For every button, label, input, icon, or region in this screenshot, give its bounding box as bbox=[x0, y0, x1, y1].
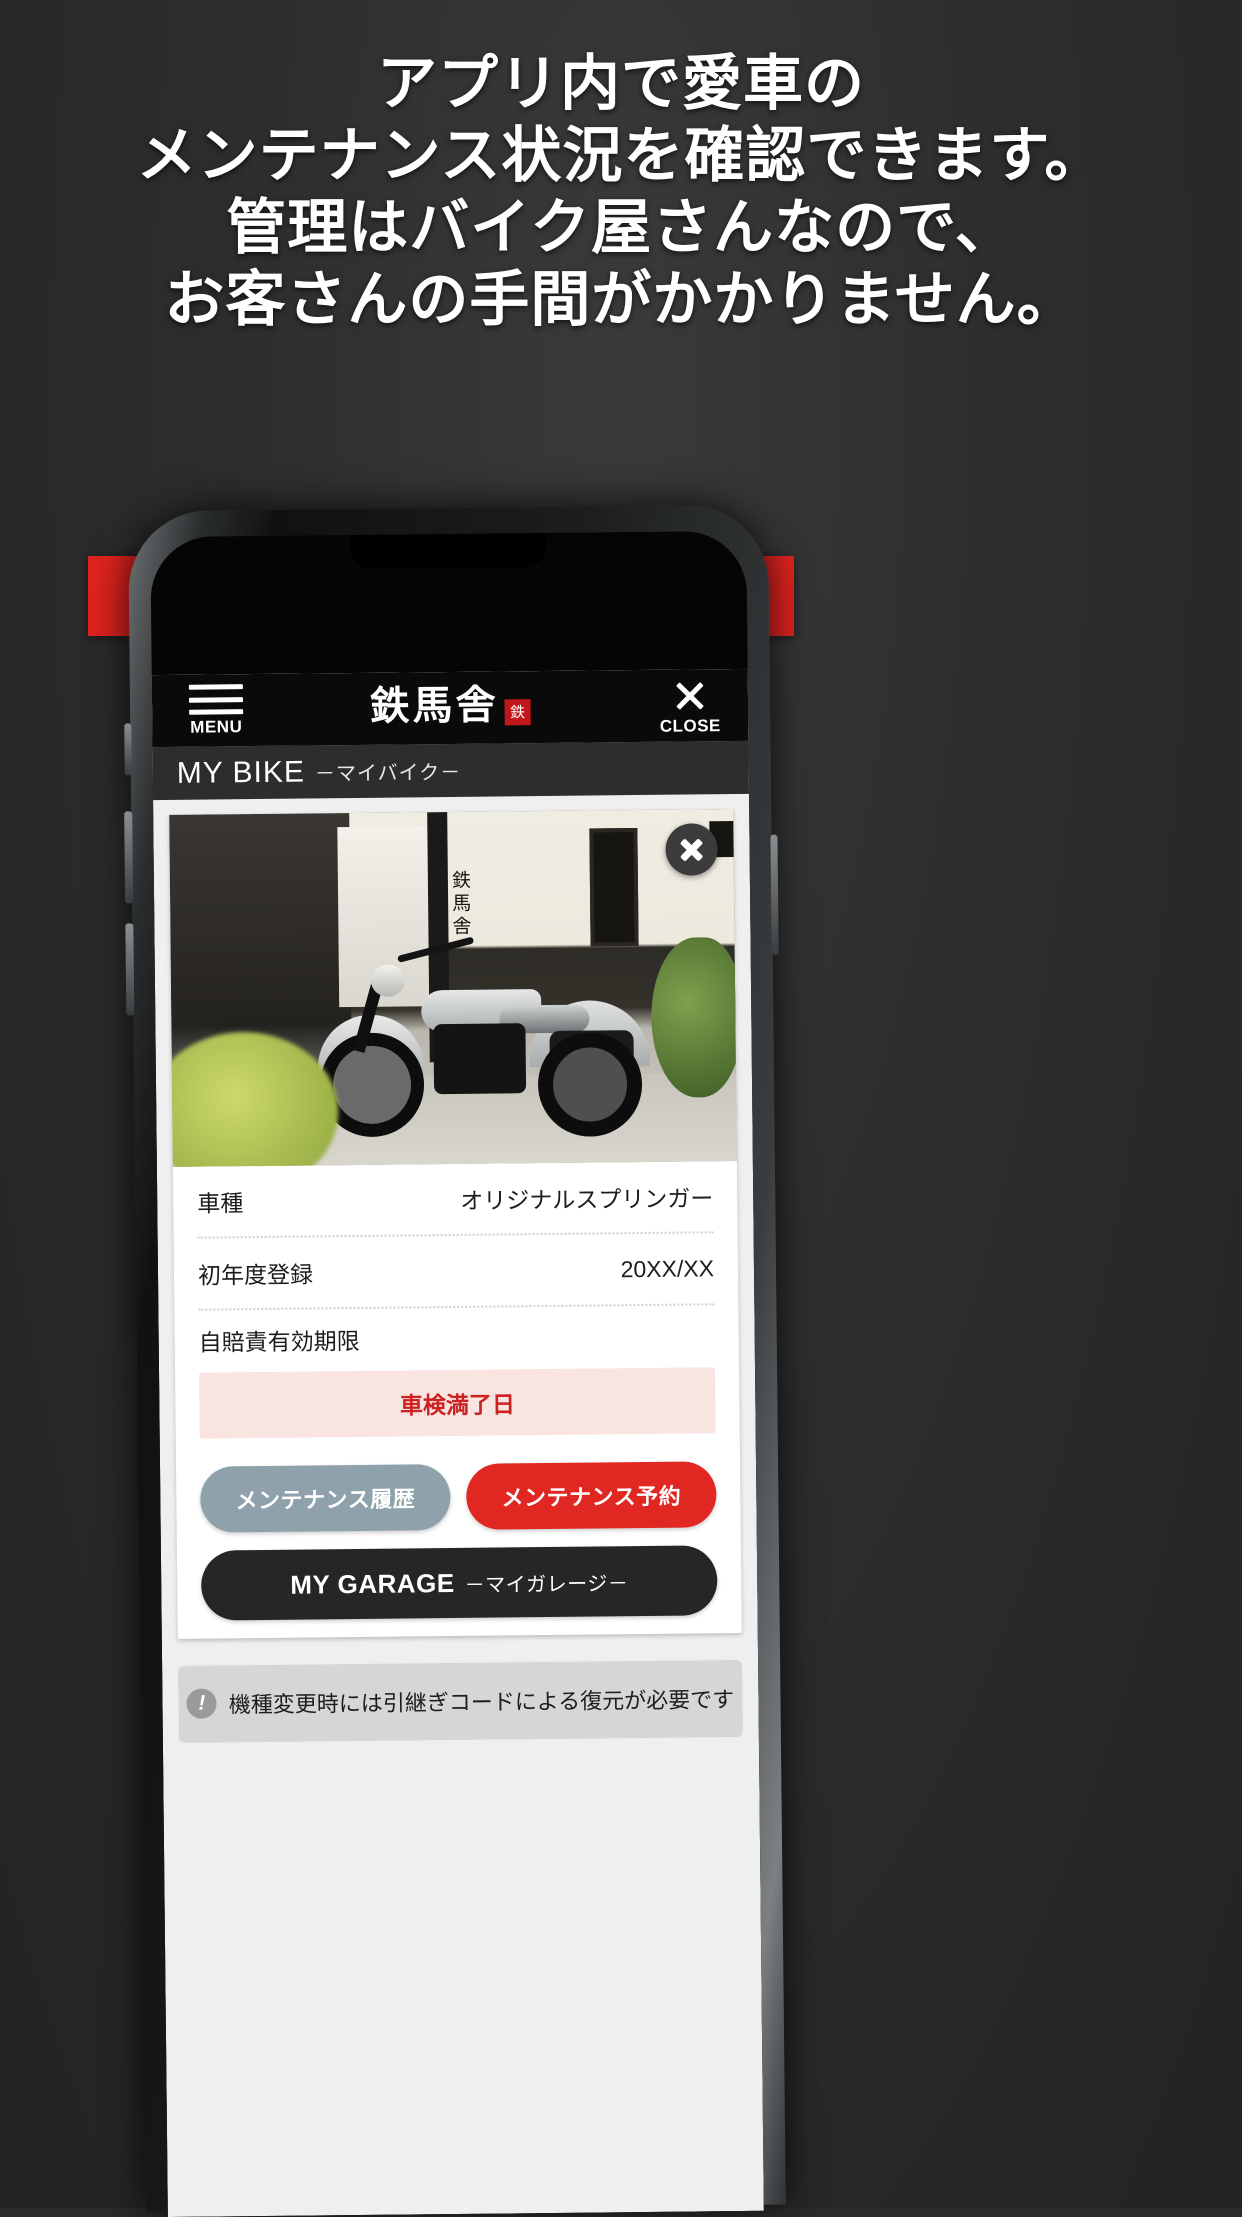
app-screen: MENU 鉄馬舎 鉄 CLOSE MY BIKE －マイバイク－ 鉄馬舎 車種 … bbox=[151, 668, 764, 2217]
transfer-code-notice: ! 機種変更時には引継ぎコードによる復元が必要です bbox=[178, 1658, 743, 1743]
my-garage-button-label: MY GARAGE bbox=[290, 1567, 455, 1600]
phone-volume-up-button bbox=[124, 811, 134, 904]
photo-window-1 bbox=[589, 828, 639, 947]
phone-screen-bezel: MENU 鉄馬舎 鉄 CLOSE MY BIKE －マイバイク－ 鉄馬舎 車種 … bbox=[150, 530, 764, 2217]
app-header: MENU 鉄馬舎 鉄 CLOSE bbox=[151, 668, 749, 748]
close-icon bbox=[673, 679, 707, 713]
my-garage-button[interactable]: MY GARAGE －マイガレージ－ bbox=[200, 1545, 718, 1621]
brand-seal-icon: 鉄 bbox=[504, 699, 531, 726]
detail-value: オリジナルスプリンガー bbox=[460, 1185, 714, 1214]
photo-motorcycle bbox=[301, 936, 650, 1140]
bike-details-list: 車種 オリジナルスプリンガー 初年度登録 20XX/XX 自賠責有効期限 bbox=[173, 1161, 739, 1371]
phone-volume-down-button bbox=[125, 923, 135, 1016]
bike-photo: 鉄馬舎 bbox=[169, 809, 737, 1167]
detail-label: 初年度登録 bbox=[197, 1261, 314, 1289]
close-button-label: CLOSE bbox=[659, 716, 721, 736]
close-button[interactable]: CLOSE bbox=[654, 679, 727, 737]
maintenance-history-button[interactable]: メンテナンス履歴 bbox=[200, 1464, 451, 1533]
inspection-alert-text: 車検満了日 bbox=[399, 1391, 516, 1419]
phone-notch bbox=[350, 532, 547, 570]
inspection-alert-box: 車検満了日 bbox=[199, 1367, 716, 1439]
page-subtitle: －マイバイク－ bbox=[314, 761, 462, 786]
brand-logo-text: 鉄馬舎 bbox=[369, 681, 499, 730]
exclamation-icon: ! bbox=[186, 1688, 217, 1719]
action-button-row: メンテナンス履歴 メンテナンス予約 bbox=[200, 1461, 717, 1533]
menu-button[interactable]: MENU bbox=[176, 684, 257, 738]
brand-logo: 鉄馬舎 鉄 bbox=[369, 679, 531, 733]
my-garage-button-sublabel: －マイガレージ－ bbox=[464, 1572, 629, 1597]
page-title-bar: MY BIKE －マイバイク－ bbox=[152, 740, 750, 801]
table-row: 自賠責有効期限 bbox=[198, 1305, 715, 1370]
headline-line-4: お客さんの手間がかかりません。 bbox=[164, 265, 1078, 335]
photo-close-icon[interactable] bbox=[665, 823, 718, 876]
menu-button-label: MENU bbox=[190, 717, 243, 737]
page-title: MY BIKE bbox=[176, 755, 306, 790]
headline-line-1: アプリ内で愛車の bbox=[377, 49, 865, 119]
hero-headline: アプリ内で愛車の メンテナンス状況を確認できます。 管理はバイク屋さんなので、 … bbox=[0, 48, 1242, 336]
table-row: 車種 オリジナルスプリンガー bbox=[196, 1161, 714, 1239]
hamburger-icon bbox=[188, 684, 244, 715]
bike-card: 鉄馬舎 車種 オリジナルスプリンガー 初年度登録 20XX/XX 自賠責有効期限… bbox=[169, 809, 742, 1639]
detail-value: 20XX/XX bbox=[620, 1254, 715, 1282]
headline-line-2: メンテナンス状況を確認できます。 bbox=[136, 121, 1106, 191]
photo-shop-sign: 鉄馬舎 bbox=[448, 869, 472, 940]
detail-label: 車種 bbox=[197, 1190, 244, 1217]
headline-line-3: 管理はバイク屋さんなので、 bbox=[226, 193, 1016, 263]
phone-mute-switch bbox=[124, 723, 132, 776]
phone-power-button bbox=[770, 834, 779, 955]
detail-label: 自賠責有効期限 bbox=[198, 1327, 360, 1356]
maintenance-reservation-button[interactable]: メンテナンス予約 bbox=[466, 1461, 717, 1530]
promo-page: アプリ内で愛車の メンテナンス状況を確認できます。 管理はバイク屋さんなので、 … bbox=[0, 0, 1242, 2217]
transfer-code-notice-text: 機種変更時には引継ぎコードによる復元が必要です bbox=[228, 1687, 735, 1718]
table-row: 初年度登録 20XX/XX bbox=[197, 1233, 715, 1311]
phone-mockup: MENU 鉄馬舎 鉄 CLOSE MY BIKE －マイバイク－ 鉄馬舎 車種 … bbox=[124, 504, 786, 2217]
